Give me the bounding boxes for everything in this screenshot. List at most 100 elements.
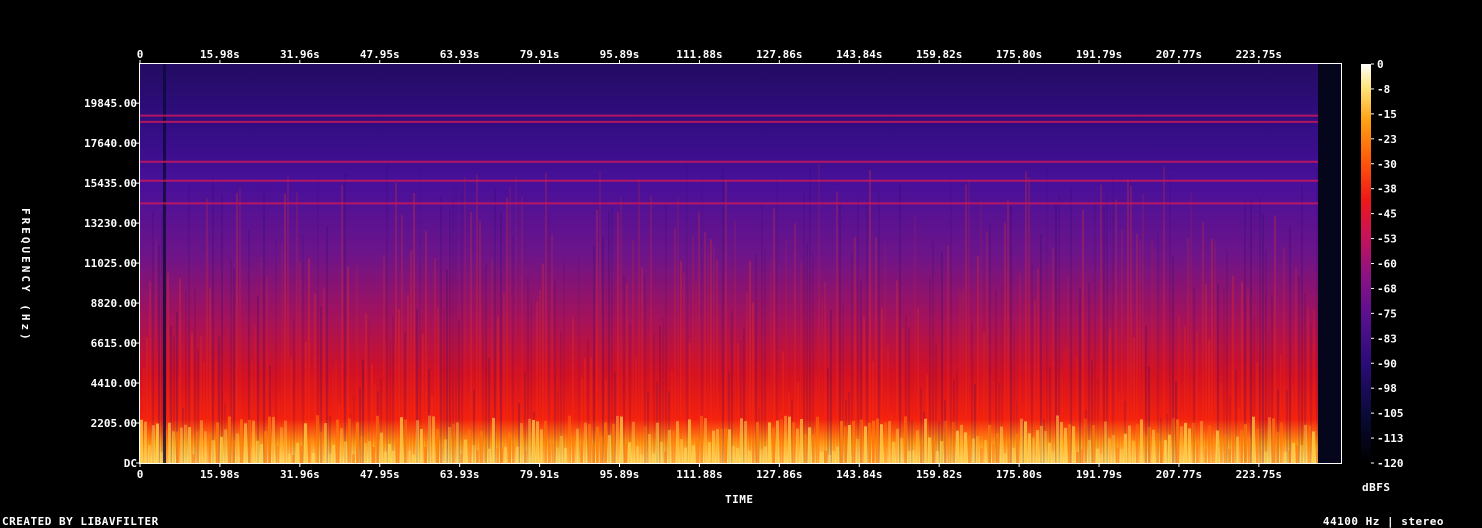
texture-streak xyxy=(488,357,490,463)
texture-streak xyxy=(392,315,394,463)
texture-streak xyxy=(161,213,163,463)
texture-streak xyxy=(1004,222,1006,463)
texture-low-band xyxy=(1092,425,1095,463)
texture-low-band xyxy=(804,434,807,463)
texture-streak xyxy=(1082,209,1084,463)
texture-streak xyxy=(194,289,196,463)
texture-low-band xyxy=(968,435,971,463)
colorbar-tick-label: -45 xyxy=(1377,208,1397,221)
texture-streak xyxy=(830,309,832,463)
texture-low-band xyxy=(224,429,227,463)
texture-low-band xyxy=(936,451,939,463)
texture-streak xyxy=(596,209,598,463)
texture-streak xyxy=(233,268,235,463)
texture-low-band xyxy=(500,446,503,463)
texture-streak xyxy=(1244,201,1246,464)
texture-low-band xyxy=(600,437,603,463)
texture-streak xyxy=(344,173,346,463)
texture-low-band xyxy=(1120,449,1123,463)
x-tick-label: 175.80s xyxy=(996,468,1042,481)
texture-streak xyxy=(662,318,664,463)
texture-low-band xyxy=(392,450,395,463)
texture-streak xyxy=(410,250,412,463)
texture-streak xyxy=(1205,283,1207,463)
texture-low-band xyxy=(324,423,327,463)
texture-low-band xyxy=(492,417,495,463)
texture-low-band xyxy=(1048,442,1051,463)
texture-low-band xyxy=(1192,422,1195,463)
texture-low-band xyxy=(424,446,427,463)
texture-low-band xyxy=(756,422,759,463)
texture-streak xyxy=(212,178,214,463)
texture-low-band xyxy=(228,416,231,463)
texture-streak xyxy=(446,269,448,463)
texture-streak xyxy=(653,332,655,463)
texture-low-band xyxy=(1204,448,1207,463)
texture-streak xyxy=(731,310,733,463)
texture-low-band xyxy=(1068,424,1071,463)
texture-low-band xyxy=(196,431,199,463)
texture-low-band xyxy=(1288,450,1291,463)
texture-low-band xyxy=(344,441,347,463)
texture-low-band xyxy=(328,453,331,463)
texture-low-band xyxy=(540,429,543,463)
spectrogram-chart: 0 0 15.98s 15.98s 31.96s 31.96s 47.95s 47.95s 63… xyxy=(84,48,1403,481)
texture-streak xyxy=(809,166,811,463)
texture-low-band xyxy=(1236,436,1239,463)
texture-low-band xyxy=(620,416,623,463)
colorbar-tick-label: 0 xyxy=(1377,58,1384,71)
texture-streak xyxy=(287,174,289,463)
texture-streak xyxy=(713,246,715,463)
texture-low-band xyxy=(156,423,159,463)
texture-low-band xyxy=(1264,451,1267,463)
texture-streak xyxy=(929,277,931,463)
texture-low-band xyxy=(828,454,831,463)
texture-low-band xyxy=(568,415,571,463)
texture-streak xyxy=(827,368,829,463)
texture-streak xyxy=(1289,226,1291,463)
texture-streak xyxy=(521,196,523,463)
texture-low-band xyxy=(1064,427,1067,463)
x-tick-label: 175.80s xyxy=(996,48,1042,61)
texture-low-band xyxy=(980,448,983,463)
texture-low-band xyxy=(232,439,235,463)
texture-low-band xyxy=(400,417,403,463)
texture-low-band xyxy=(236,433,239,463)
texture-low-band xyxy=(1140,419,1143,463)
texture-low-band xyxy=(412,454,415,463)
texture-streak xyxy=(1316,167,1318,464)
texture-streak xyxy=(869,169,871,463)
texture-streak xyxy=(650,195,652,463)
texture-low-band xyxy=(1108,438,1111,463)
texture-streak xyxy=(686,164,688,464)
texture-streak xyxy=(599,170,601,463)
texture-streak xyxy=(383,254,385,463)
texture-low-band xyxy=(1096,448,1099,463)
x-tick-label: 47.95s xyxy=(360,468,400,481)
texture-low-band xyxy=(572,435,575,463)
texture-low-band xyxy=(312,453,315,463)
texture-low-band xyxy=(876,418,879,463)
texture-low-band xyxy=(416,420,419,463)
texture-low-band xyxy=(180,427,183,463)
texture-streak xyxy=(413,193,415,463)
texture-streak xyxy=(1259,198,1261,464)
texture-streak xyxy=(1028,177,1030,463)
texture-low-band xyxy=(256,440,259,463)
texture-low-band xyxy=(1268,417,1271,463)
texture-low-band xyxy=(688,419,691,463)
texture-low-band xyxy=(664,451,667,463)
texture-low-band xyxy=(1224,435,1227,463)
texture-low-band xyxy=(1252,416,1255,463)
texture-streak xyxy=(1283,247,1285,463)
x-tick-label: 0 xyxy=(137,468,144,481)
colorbar-tick-label: -53 xyxy=(1377,233,1397,246)
texture-streak xyxy=(296,192,298,464)
texture-low-band xyxy=(748,450,751,463)
texture-low-band xyxy=(592,443,595,463)
texture-low-band xyxy=(144,421,147,463)
texture-streak xyxy=(1250,200,1252,464)
texture-streak xyxy=(908,326,910,463)
texture-low-band xyxy=(1260,449,1263,463)
texture-low-band xyxy=(820,452,823,463)
